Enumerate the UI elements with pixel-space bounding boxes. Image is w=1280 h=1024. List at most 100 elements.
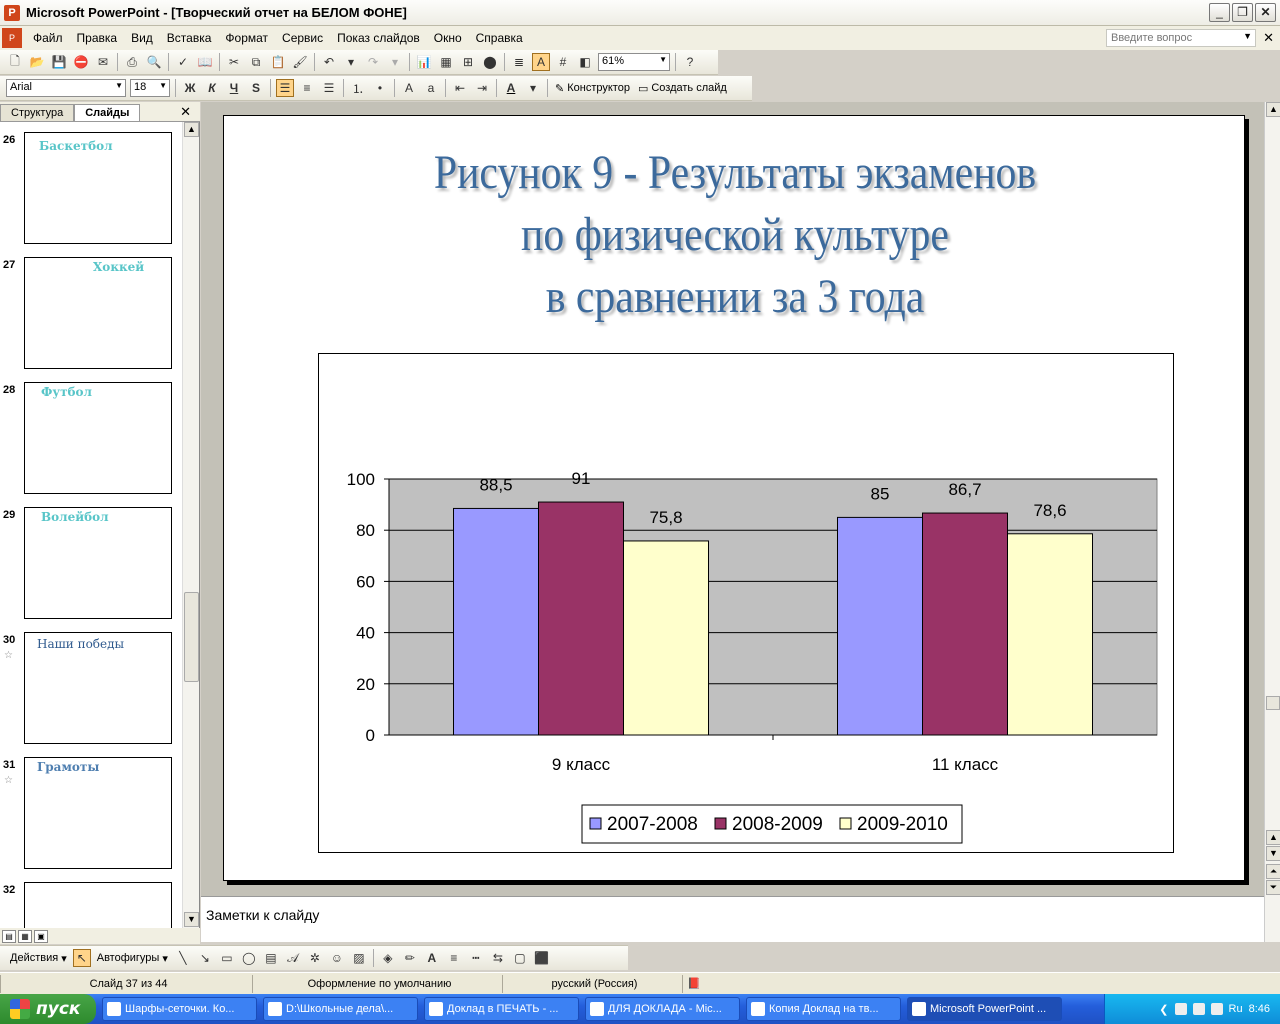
permission-icon[interactable]: ⛔: [72, 53, 90, 71]
language-tray-indicator[interactable]: Ru: [1229, 1003, 1243, 1015]
dash-style-icon[interactable]: ┅: [467, 949, 485, 967]
start-button[interactable]: пуск: [0, 994, 96, 1024]
notes-pane[interactable]: Заметки к слайду: [201, 896, 1264, 942]
normal-view-icon[interactable]: ▤: [2, 929, 16, 943]
align-center-icon[interactable]: ≡: [298, 79, 316, 97]
underline-button[interactable]: Ч: [225, 79, 243, 97]
network-icon[interactable]: [1174, 1003, 1187, 1015]
menu-file[interactable]: Файл: [26, 26, 70, 50]
insert-chart-icon[interactable]: 📊: [415, 53, 433, 71]
slideshow-view-icon[interactable]: ▣: [34, 929, 48, 943]
next-slide-icon[interactable]: ⏷: [1266, 880, 1280, 895]
actions-menu[interactable]: Действия ▾: [10, 952, 67, 965]
picture-tool-icon[interactable]: ▨: [350, 949, 368, 967]
thumbnail-frame[interactable]: Футбол: [24, 382, 172, 494]
scroll-down-icon[interactable]: ▼: [1266, 846, 1280, 861]
chevron-down-icon[interactable]: ▼: [1243, 31, 1252, 41]
align-left-icon[interactable]: ☰: [276, 79, 294, 97]
thumbnail-frame[interactable]: [24, 882, 172, 928]
menu-view[interactable]: Вид: [124, 26, 160, 50]
email-icon[interactable]: ✉: [94, 53, 112, 71]
scroll-down-icon[interactable]: ▼: [184, 912, 199, 927]
thumbnail-frame[interactable]: Волейбол: [24, 507, 172, 619]
shadow-style-icon[interactable]: ▢: [511, 949, 529, 967]
chart-object[interactable]: 0 20 40 60 80 100 88,5 91 75,8 9 класс 85 86,7 78,6 1…: [318, 353, 1174, 853]
font-name-select[interactable]: Arial ▼: [6, 79, 126, 97]
slide-canvas[interactable]: Рисунок 9 - Результаты экзаменов по физи…: [223, 115, 1245, 881]
slide-title[interactable]: Рисунок 9 - Результаты экзаменов по физи…: [290, 142, 1179, 328]
color-grayscale-icon[interactable]: ◧: [576, 53, 594, 71]
zoom-select[interactable]: 61% ▼: [598, 53, 670, 71]
show-grid-icon[interactable]: #: [554, 53, 572, 71]
cut-icon[interactable]: ✂: [225, 53, 243, 71]
spelling-icon[interactable]: ✓: [174, 53, 192, 71]
menu-insert[interactable]: Вставка: [160, 26, 219, 50]
taskbar-item-explorer[interactable]: D:\Школьные дела\...: [263, 997, 418, 1021]
new-document-icon[interactable]: 🗋: [6, 53, 24, 71]
help-icon[interactable]: ?: [681, 53, 699, 71]
fill-color-icon[interactable]: ◈: [379, 949, 397, 967]
chevron-down-icon[interactable]: ▼: [659, 55, 667, 64]
taskbar-item-word-1[interactable]: Доклад в ПЕЧАТЬ - ...: [424, 997, 579, 1021]
oval-tool-icon[interactable]: ◯: [240, 949, 258, 967]
decrease-font-icon[interactable]: a: [422, 79, 440, 97]
tables-borders-icon[interactable]: ⊞: [459, 53, 477, 71]
arrow-tool-icon[interactable]: ↘: [196, 949, 214, 967]
close-button[interactable]: ✕: [1255, 3, 1276, 22]
font-color-icon[interactable]: A: [423, 949, 441, 967]
diagram-tool-icon[interactable]: ✲: [306, 949, 324, 967]
italic-button[interactable]: К: [203, 79, 221, 97]
expand-all-icon[interactable]: ≣: [510, 53, 528, 71]
tab-slides[interactable]: Слайды: [74, 104, 141, 121]
research-icon[interactable]: 📖: [196, 53, 214, 71]
shadow-button[interactable]: S: [247, 79, 265, 97]
open-folder-icon[interactable]: 📂: [28, 53, 46, 71]
copy-icon[interactable]: ⧉: [247, 53, 265, 71]
tray-expand-icon[interactable]: ❮: [1159, 1003, 1168, 1016]
redo-icon[interactable]: ↷: [364, 53, 382, 71]
thumbnail-frame[interactable]: Грамоты: [24, 757, 172, 869]
align-right-icon[interactable]: ☰: [320, 79, 338, 97]
menu-help[interactable]: Справка: [469, 26, 530, 50]
thumbnail-frame[interactable]: Хоккей: [24, 257, 172, 369]
bullets-icon[interactable]: •: [371, 79, 389, 97]
slide-sorter-view-icon[interactable]: ▦: [18, 929, 32, 943]
scroll-up-icon[interactable]: ▲: [1266, 830, 1280, 845]
decrease-indent-icon[interactable]: ⇤: [451, 79, 469, 97]
powerpoint-app-icon[interactable]: P: [4, 4, 20, 21]
taskbar-item-powerpoint[interactable]: Microsoft PowerPoint ...: [907, 997, 1062, 1021]
arrow-style-icon[interactable]: ⇆: [489, 949, 507, 967]
bold-button[interactable]: Ж: [181, 79, 199, 97]
antivirus-icon[interactable]: [1210, 1003, 1223, 1015]
taskbar-item-word-3[interactable]: Копия Доклад на тв...: [746, 997, 901, 1021]
rectangle-tool-icon[interactable]: ▭: [218, 949, 236, 967]
font-color-dropdown-icon[interactable]: ▾: [524, 79, 542, 97]
pane-close-icon[interactable]: ✕: [180, 104, 191, 120]
save-icon[interactable]: 💾: [50, 53, 68, 71]
tab-outline[interactable]: Структура: [0, 104, 75, 121]
undo-dropdown-icon[interactable]: ▾: [342, 53, 360, 71]
previous-slide-icon[interactable]: ⏶: [1266, 864, 1280, 879]
line-style-icon[interactable]: ≡: [445, 949, 463, 967]
scroll-up-icon[interactable]: ▲: [184, 122, 199, 137]
increase-indent-icon[interactable]: ⇥: [473, 79, 491, 97]
scroll-thumb[interactable]: [184, 592, 199, 682]
clipart-tool-icon[interactable]: ☺: [328, 949, 346, 967]
document-icon[interactable]: P: [2, 28, 22, 48]
document-close-icon[interactable]: ✕: [1263, 30, 1274, 46]
menu-edit[interactable]: Правка: [70, 26, 125, 50]
format-painter-icon[interactable]: 🖌: [291, 53, 309, 71]
autoshapes-menu[interactable]: Автофигуры ▾: [97, 952, 168, 965]
redo-dropdown-icon[interactable]: ▾: [386, 53, 404, 71]
editor-vertical-scrollbar[interactable]: ▲ ▲ ▼ ⏶ ⏷: [1264, 102, 1280, 942]
taskbar-item-word-2[interactable]: ДЛЯ ДОКЛАДА - Mic...: [585, 997, 740, 1021]
print-preview-icon[interactable]: 🔍: [145, 53, 163, 71]
insert-diagram-icon[interactable]: ⬤: [481, 53, 499, 71]
menu-window[interactable]: Окно: [427, 26, 469, 50]
font-color-icon[interactable]: A: [502, 79, 520, 97]
numbering-icon[interactable]: ⒈: [349, 79, 367, 97]
line-tool-icon[interactable]: ╲: [174, 949, 192, 967]
undo-icon[interactable]: ↶: [320, 53, 338, 71]
minimize-button[interactable]: _: [1209, 3, 1230, 22]
scroll-thumb[interactable]: [1266, 696, 1280, 710]
